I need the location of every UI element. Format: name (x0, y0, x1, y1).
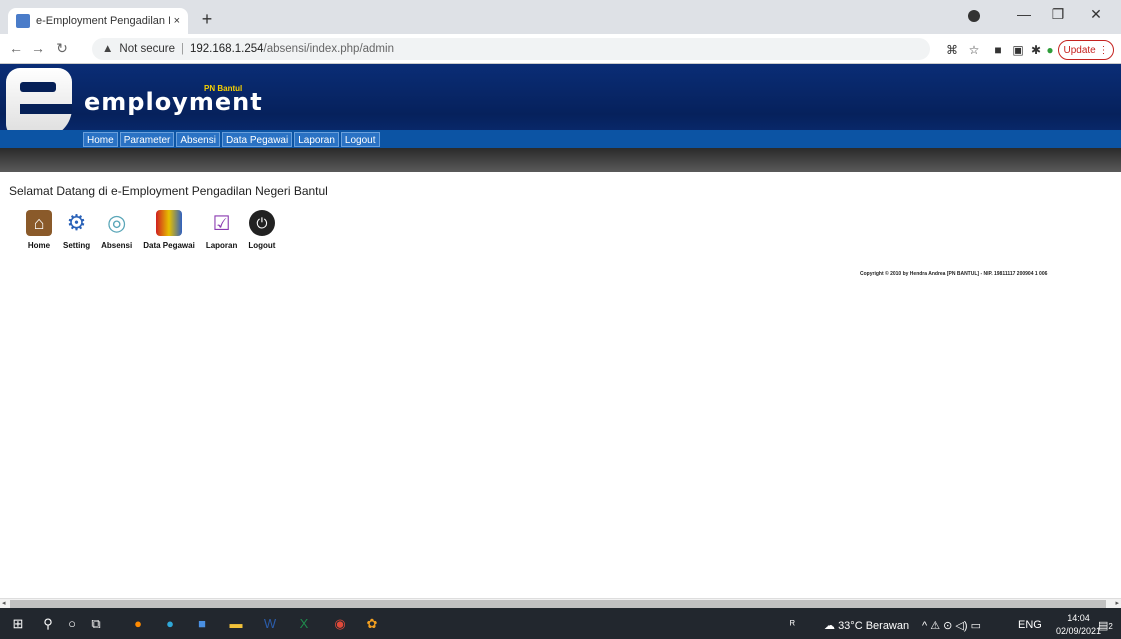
tab-close-button[interactable]: × (174, 15, 180, 27)
copyright-text: Copyright © 2010 by Hendra Andrea [PN BA… (860, 271, 1048, 277)
logo-e-icon (6, 68, 72, 138)
main-menu: Home Parameter Absensi Data Pegawai Lapo… (83, 132, 380, 147)
tab-title: e-Employment Pengadilan Negeri (36, 15, 170, 27)
url-host: 192.168.1.254 (190, 43, 264, 55)
home-icon: ⌂ (26, 210, 52, 236)
maximize-button[interactable]: ❐ (1044, 6, 1072, 23)
file-explorer-icon[interactable]: ▬ (228, 616, 244, 632)
url-bar[interactable]: ▲ Not secure | 192.168.1.254 /absensi/in… (92, 38, 930, 60)
pen-icon[interactable]: ᴿ (790, 619, 795, 631)
screen: e-Employment Pengadilan Negeri × + — ❐ ✕… (0, 0, 1121, 639)
shortcut-absensi[interactable]: ◎ Absensi (101, 210, 132, 250)
windows-start-icon[interactable]: ⊞ (10, 616, 26, 632)
report-icon: ☑ (212, 212, 231, 235)
close-window-button[interactable]: ✕ (1082, 6, 1110, 23)
shortcut-laporan[interactable]: ☑ Laporan (206, 210, 238, 251)
cortana-icon[interactable]: ○ (64, 616, 80, 632)
task-view-icon[interactable]: ⧉ (88, 616, 104, 632)
menu-logout[interactable]: Logout (340, 132, 380, 147)
translate-icon[interactable]: ⌘ (944, 43, 960, 57)
taskbar-clock[interactable]: 14:04 02/09/2021 (1056, 612, 1101, 638)
header-divider-bar (0, 148, 1121, 172)
weather-widget[interactable]: ☁ 33°C Berawan (824, 619, 909, 632)
forward-arrow-icon[interactable]: → (28, 40, 48, 56)
scroll-left-icon[interactable]: ◂ (2, 599, 6, 607)
excel-icon[interactable]: X (296, 616, 312, 632)
notification-icon[interactable]: ▤2 (1098, 619, 1113, 632)
new-tab-button[interactable]: + (196, 8, 218, 30)
chrome-icon[interactable]: ◉ (332, 616, 348, 632)
scroll-right-icon[interactable]: ▸ (1115, 599, 1119, 607)
menu-data-pegawai[interactable]: Data Pegawai (221, 132, 293, 147)
reload-icon[interactable]: ↻ (52, 40, 72, 57)
shortcut-data-pegawai[interactable]: Data Pegawai (143, 210, 195, 250)
lang-indicator[interactable]: ENG (1018, 619, 1042, 631)
gear-icon: ⚙ (66, 210, 87, 235)
firefox-icon[interactable]: ● (130, 616, 146, 632)
menu-laporan[interactable]: Laporan (294, 132, 339, 147)
menu-home[interactable]: Home (83, 132, 118, 147)
welcome-text: Selamat Datang di e-Employment Pengadila… (9, 184, 328, 198)
bookmark-star-icon[interactable]: ☆ (966, 43, 982, 57)
tray-icons[interactable]: ^ ⚠ ⊙ ◁) ▭ (922, 619, 981, 632)
record-indicator-icon (968, 10, 980, 22)
horizontal-scrollbar[interactable]: ◂ ▸ (0, 598, 1121, 608)
cast-icon[interactable]: ▣ (1010, 43, 1026, 57)
shortcut-grid: ⌂ Home ⚙ Setting ◎ Absensi Data Pegawai … (26, 210, 286, 250)
menu-parameter[interactable]: Parameter (119, 132, 175, 147)
people-icon (156, 210, 183, 236)
scrollbar-thumb[interactable] (10, 600, 1106, 608)
store-icon[interactable]: ■ (194, 616, 210, 632)
favicon-icon (16, 14, 30, 28)
extension-icon[interactable]: ■ (990, 43, 1006, 57)
security-label: Not secure (119, 43, 175, 55)
shortcut-home[interactable]: ⌂ Home (26, 210, 52, 250)
edge-icon[interactable]: ● (162, 616, 178, 632)
profile-avatar-icon[interactable]: ● (1042, 43, 1058, 57)
fingerprint-icon: ◎ (107, 210, 127, 235)
power-icon: ⏻ (248, 210, 275, 236)
menu-absensi[interactable]: Absensi (176, 132, 220, 147)
shortcut-logout[interactable]: ⏻ Logout (248, 210, 275, 250)
back-arrow-icon[interactable]: ← (6, 40, 26, 56)
logo-subtitle: PN Bantul (204, 84, 243, 93)
search-icon[interactable]: ⚲ (40, 616, 56, 632)
browser-tab[interactable]: e-Employment Pengadilan Negeri × (8, 8, 188, 34)
update-button[interactable]: Update ⋮ (1058, 40, 1114, 60)
url-path: /absensi/index.php/admin (263, 43, 394, 55)
minimize-button[interactable]: — (1010, 6, 1038, 22)
warning-icon: ▲ (102, 43, 114, 55)
shortcut-setting[interactable]: ⚙ Setting (63, 210, 90, 250)
app-icon[interactable]: ✿ (364, 616, 380, 632)
word-icon[interactable]: W (262, 616, 278, 632)
